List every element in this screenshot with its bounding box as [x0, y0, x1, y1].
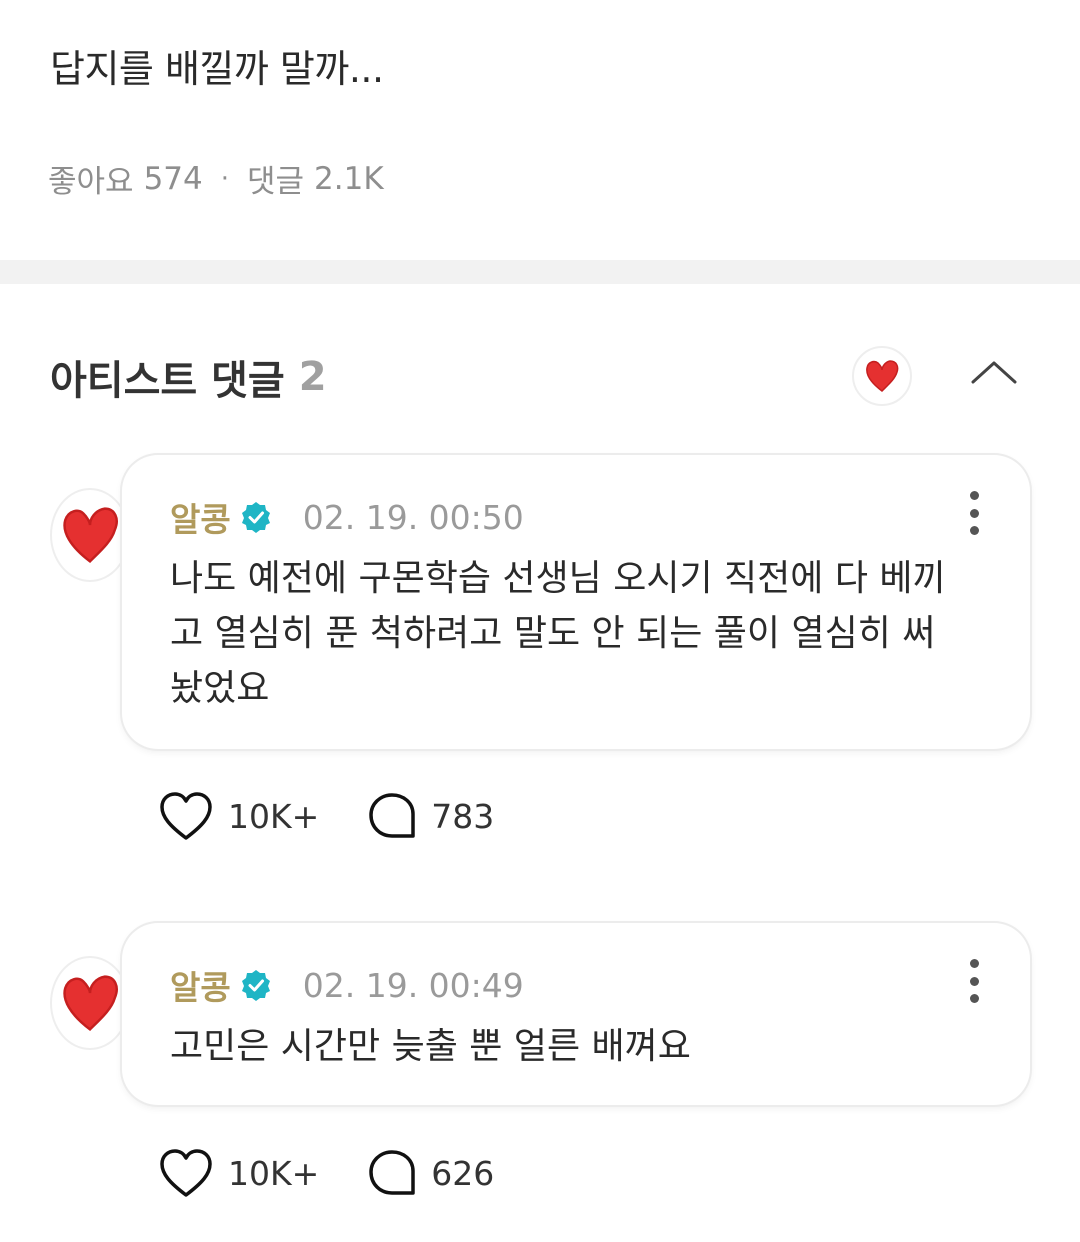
comment-author[interactable]: 알콩 [170, 961, 231, 1009]
comment-bubble: 알콩 02. 19. 00:49 고민은 시간만 늦출 뿐 얼른 배껴요 [122, 923, 1030, 1105]
comment-timestamp: 02. 19. 00:50 [302, 497, 524, 537]
more-options-button[interactable] [964, 491, 984, 535]
heart-icon [866, 360, 899, 392]
reply-button[interactable]: 783 [367, 791, 494, 841]
like-count: 10K+ [228, 796, 320, 836]
section-divider [0, 260, 1080, 284]
more-options-button[interactable] [964, 959, 984, 1003]
heart-outline-icon [160, 792, 212, 840]
like-button[interactable]: 10K+ [158, 1147, 319, 1199]
more-vertical-icon [969, 491, 979, 500]
artist-comments-header: 아티스트 댓글 2 [50, 348, 327, 406]
post-stats: 좋아요 574 · 댓글 2.1K [48, 156, 384, 201]
section-title: 아티스트 댓글 [50, 358, 285, 404]
comments-count: 2.1K [314, 160, 384, 197]
comment-bubble: 알콩 02. 19. 00:50 나도 예전에 구몬학습 선생님 오시기 직전에… [122, 455, 1030, 749]
heart-outline-icon [160, 1149, 212, 1197]
reply-count: 626 [431, 1153, 495, 1193]
artist-avatar[interactable] [852, 346, 912, 406]
speech-bubble-icon [369, 793, 416, 838]
comment-text: 나도 예전에 구몬학습 선생님 오시기 직전에 다 베끼고 열심히 푼 척하려고… [170, 558, 946, 709]
reply-count: 783 [431, 796, 495, 836]
likes-label: 좋아요 [48, 164, 134, 200]
comment-actions: 10K+ 783 [158, 790, 542, 842]
chevron-up-icon [971, 361, 1017, 384]
comment-author[interactable]: 알콩 [170, 493, 231, 541]
section-count: 2 [298, 354, 327, 400]
like-button[interactable]: 10K+ [158, 790, 319, 842]
heart-icon [63, 507, 118, 564]
speech-bubble-icon [369, 1150, 416, 1195]
like-count: 10K+ [228, 1153, 320, 1193]
comment-text: 고민은 시간만 늦출 뿐 얼른 배껴요 [170, 1026, 691, 1067]
comments-label: 댓글 [247, 164, 305, 200]
comment-timestamp: 02. 19. 00:49 [302, 965, 524, 1005]
verified-badge-icon [239, 968, 273, 1002]
post-text: 답지를 배낄까 말까... [50, 47, 384, 91]
likes-count: 574 [143, 160, 203, 197]
collapse-button[interactable] [966, 350, 1022, 394]
commenter-avatar[interactable] [50, 488, 130, 582]
separator-dot: · [220, 163, 229, 194]
commenter-avatar[interactable] [50, 956, 130, 1050]
heart-icon [63, 975, 118, 1032]
more-vertical-icon [969, 959, 979, 968]
verified-badge-icon [239, 500, 273, 534]
comment-actions: 10K+ 626 [158, 1147, 542, 1199]
reply-button[interactable]: 626 [367, 1148, 494, 1198]
